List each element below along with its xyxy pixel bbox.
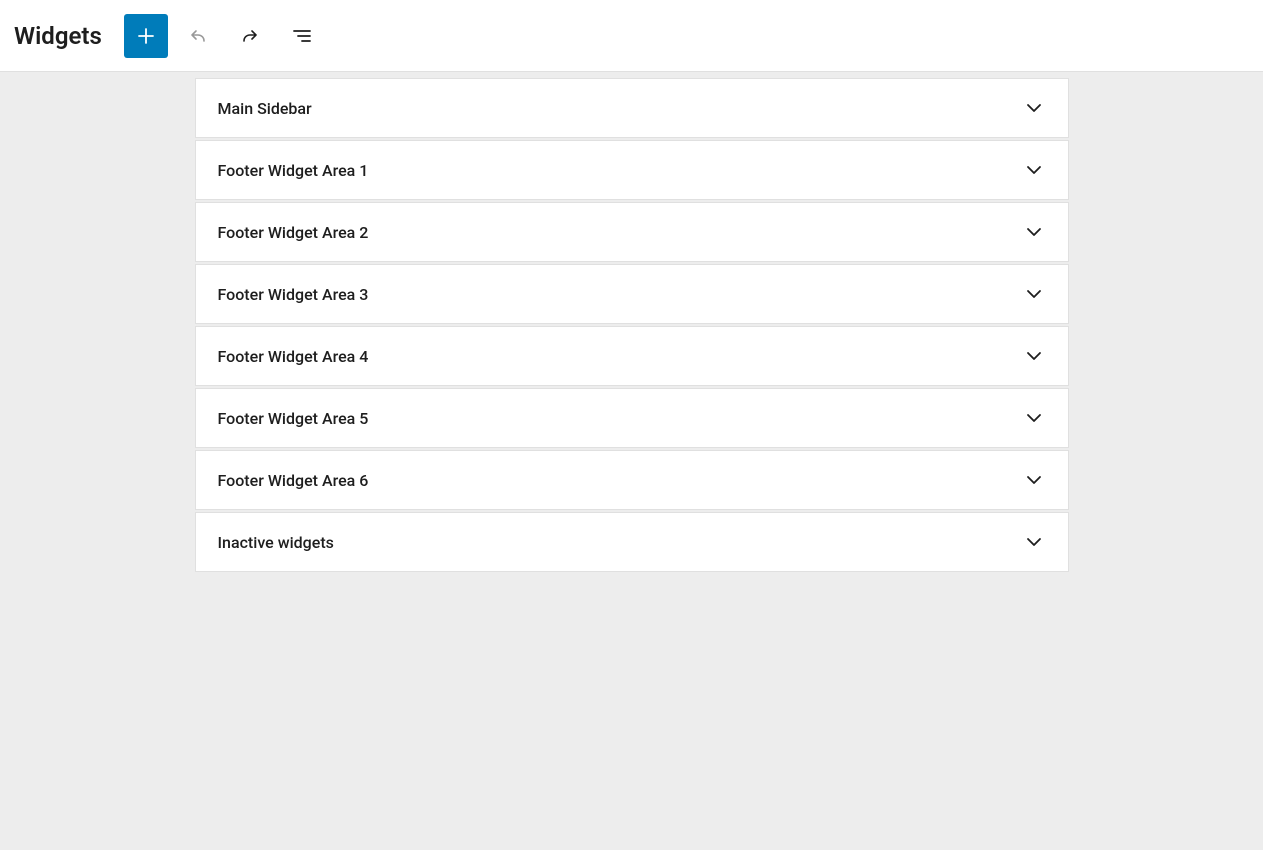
undo-icon — [186, 24, 210, 48]
undo-button — [176, 14, 220, 58]
widget-area-title: Inactive widgets — [218, 533, 334, 552]
widget-area-panel[interactable]: Footer Widget Area 5 — [195, 388, 1069, 448]
widget-area-panel[interactable]: Footer Widget Area 4 — [195, 326, 1069, 386]
list-view-button[interactable] — [280, 14, 324, 58]
chevron-down-icon — [1022, 468, 1046, 492]
widget-area-panel[interactable]: Footer Widget Area 3 — [195, 264, 1069, 324]
widget-area-panel[interactable]: Footer Widget Area 6 — [195, 450, 1069, 510]
chevron-down-icon — [1022, 530, 1046, 554]
redo-button[interactable] — [228, 14, 272, 58]
chevron-down-icon — [1022, 344, 1046, 368]
chevron-down-icon — [1022, 282, 1046, 306]
widget-area-title: Main Sidebar — [218, 99, 312, 118]
list-view-icon — [290, 24, 314, 48]
page-title: Widgets — [14, 22, 102, 50]
plus-icon — [134, 24, 158, 48]
widget-area-panel[interactable]: Footer Widget Area 2 — [195, 202, 1069, 262]
chevron-down-icon — [1022, 406, 1046, 430]
widget-area-title: Footer Widget Area 6 — [218, 471, 369, 490]
widget-area-title: Footer Widget Area 2 — [218, 223, 369, 242]
widget-areas-list: Main Sidebar Footer Widget Area 1 Footer… — [195, 78, 1069, 572]
widget-area-panel[interactable]: Main Sidebar — [195, 78, 1069, 138]
chevron-down-icon — [1022, 158, 1046, 182]
widget-area-title: Footer Widget Area 3 — [218, 285, 369, 304]
redo-icon — [238, 24, 262, 48]
widget-area-title: Footer Widget Area 5 — [218, 409, 369, 428]
widget-area-title: Footer Widget Area 1 — [218, 161, 369, 180]
chevron-down-icon — [1022, 96, 1046, 120]
toolbar: Widgets — [0, 0, 1263, 72]
widget-area-panel[interactable]: Footer Widget Area 1 — [195, 140, 1069, 200]
widget-area-panel[interactable]: Inactive widgets — [195, 512, 1069, 572]
widget-area-title: Footer Widget Area 4 — [218, 347, 369, 366]
chevron-down-icon — [1022, 220, 1046, 244]
add-block-button[interactable] — [124, 14, 168, 58]
